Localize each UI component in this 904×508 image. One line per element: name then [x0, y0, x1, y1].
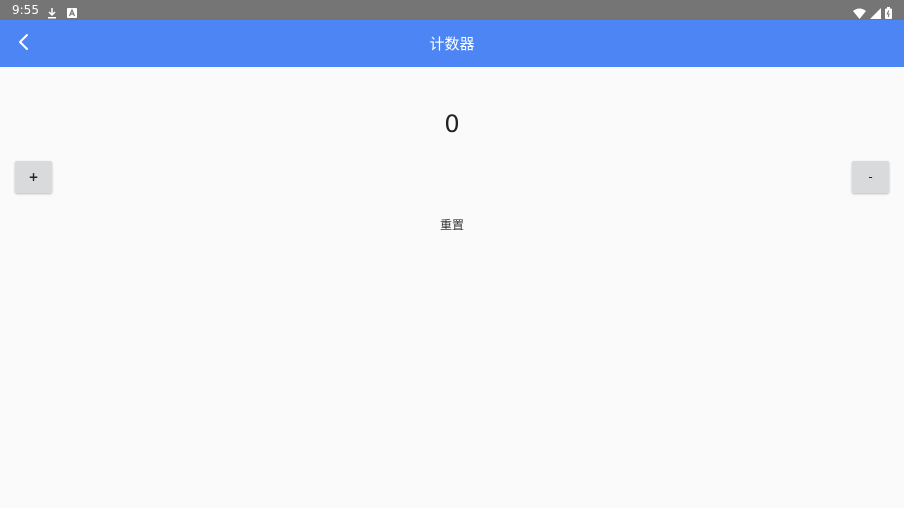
app-bar: 计数器 — [0, 20, 904, 67]
back-button[interactable] — [10, 30, 38, 58]
status-bar: 9:55 — [0, 0, 904, 20]
reset-button[interactable]: 重置 — [412, 212, 492, 236]
page-title: 计数器 — [429, 35, 475, 53]
status-time: 9:55 — [12, 3, 39, 17]
chevron-left-icon — [17, 33, 31, 55]
increment-button[interactable]: + — [15, 161, 52, 193]
counter-value: 0 — [444, 110, 460, 138]
decrement-button[interactable]: - — [852, 161, 889, 193]
